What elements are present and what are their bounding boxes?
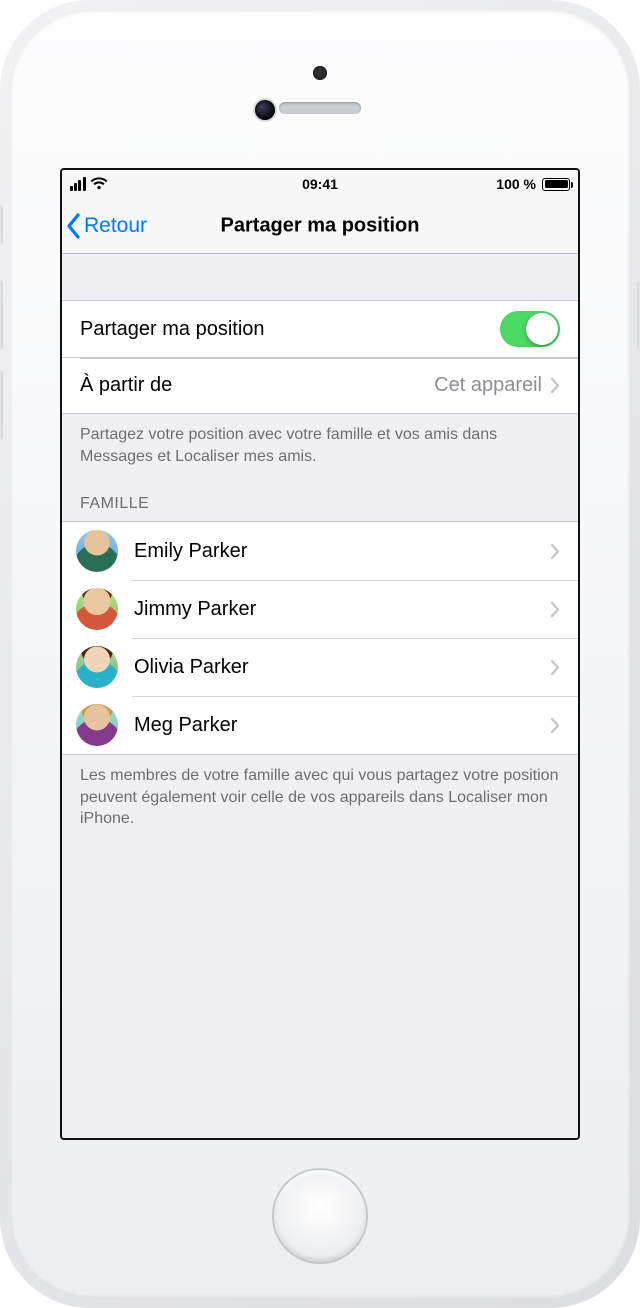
volume-down-button — [0, 370, 3, 440]
navigation-bar: Retour Partager ma position — [62, 198, 578, 254]
avatar — [76, 646, 118, 688]
family-row-meg[interactable]: Meg Parker — [62, 696, 578, 754]
share-footer: Partagez votre position avec votre famil… — [62, 414, 578, 467]
chevron-right-icon — [550, 377, 560, 394]
back-button[interactable]: Retour — [62, 213, 147, 239]
section-spacer — [62, 254, 578, 300]
family-name: Olivia Parker — [134, 656, 534, 679]
proximity-sensor — [313, 66, 327, 80]
share-location-row[interactable]: Partager ma position — [62, 301, 578, 357]
device-frame: 09:41 100 % Retour Partager ma position — [0, 0, 640, 1308]
front-camera — [255, 100, 275, 120]
family-name: Emily Parker — [134, 540, 534, 563]
family-row-jimmy[interactable]: Jimmy Parker — [62, 580, 578, 638]
wifi-icon — [90, 177, 108, 191]
avatar — [76, 704, 118, 746]
family-name: Jimmy Parker — [134, 598, 534, 621]
chevron-right-icon — [550, 601, 560, 618]
from-label: À partir de — [80, 374, 172, 397]
earpiece — [279, 102, 361, 114]
from-row[interactable]: À partir de Cet appareil — [62, 357, 578, 413]
device-bezel: 09:41 100 % Retour Partager ma position — [10, 10, 630, 1298]
share-location-toggle[interactable] — [500, 311, 560, 347]
family-group: Emily Parker Jimmy Parker Olivia Parker — [62, 521, 578, 755]
battery-percent: 100 % — [496, 176, 536, 192]
family-name: Meg Parker — [134, 714, 534, 737]
cell-signal-icon — [70, 177, 86, 191]
back-label: Retour — [84, 214, 147, 238]
chevron-left-icon — [66, 213, 82, 239]
chevron-right-icon — [550, 543, 560, 560]
chevron-right-icon — [550, 717, 560, 734]
status-bar: 09:41 100 % — [62, 170, 578, 198]
volume-up-button — [0, 280, 3, 350]
family-row-emily[interactable]: Emily Parker — [62, 522, 578, 580]
battery-icon — [542, 178, 570, 191]
chevron-right-icon — [550, 659, 560, 676]
status-time: 09:41 — [302, 176, 338, 192]
screen: 09:41 100 % Retour Partager ma position — [60, 168, 580, 1140]
mute-switch — [0, 205, 3, 245]
avatar — [76, 530, 118, 572]
share-location-label: Partager ma position — [80, 318, 265, 341]
share-group: Partager ma position À partir de Cet app… — [62, 300, 578, 414]
avatar — [76, 588, 118, 630]
family-footer: Les membres de votre famille avec qui vo… — [62, 755, 578, 830]
from-value: Cet appareil — [434, 374, 550, 397]
page-title: Partager ma position — [221, 214, 420, 237]
family-row-olivia[interactable]: Olivia Parker — [62, 638, 578, 696]
family-header: FAMILLE — [62, 467, 578, 521]
home-button[interactable] — [274, 1170, 366, 1262]
